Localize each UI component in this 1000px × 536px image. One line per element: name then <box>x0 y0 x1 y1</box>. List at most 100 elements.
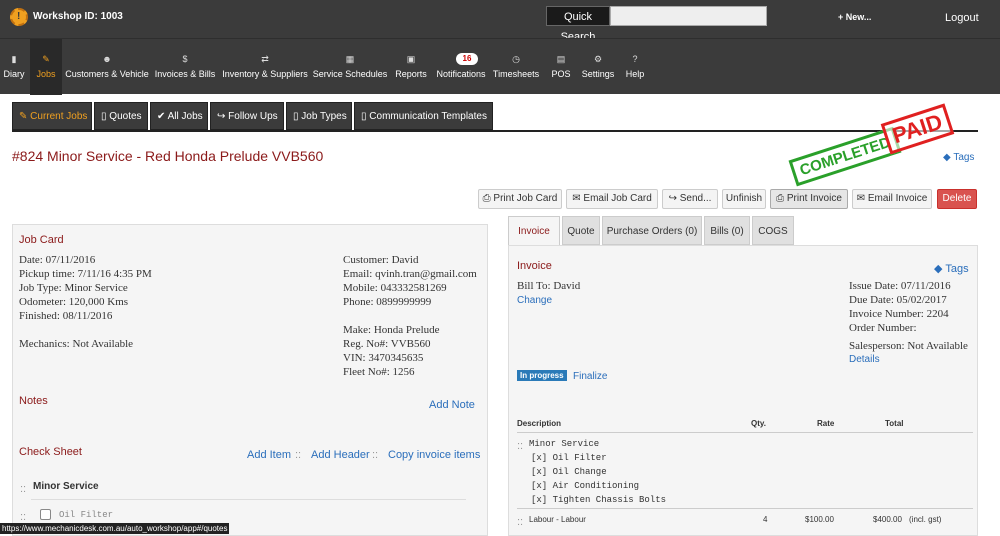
tab-cogs[interactable]: COGS <box>752 216 794 245</box>
divider <box>517 508 973 509</box>
delete-button[interactable]: Delete <box>937 189 977 209</box>
share-icon: ↪ <box>668 193 677 204</box>
nav-help[interactable]: ? Help <box>622 39 648 95</box>
nav-customers[interactable]: ☻ Customers & Vehicle <box>64 39 150 95</box>
drag-handle-icon[interactable]: :: <box>517 516 523 528</box>
issue-date: Issue Date: 07/11/2016 <box>849 280 951 292</box>
nav-reports[interactable]: ▣ Reports <box>394 39 428 95</box>
button-label: Print Job Card <box>493 193 558 204</box>
add-item-link[interactable]: Add Item <box>247 449 291 461</box>
separator: :: <box>295 449 302 461</box>
drag-handle-icon[interactable]: :: <box>20 483 26 495</box>
invoice-box: Invoice ◆ Tags Bill To: David Change Iss… <box>508 245 978 536</box>
nav-timesheets[interactable]: ◷ Timesheets <box>492 39 540 95</box>
gears-icon: ⚙ <box>593 54 603 64</box>
tab-label: Communication Templates <box>369 111 487 122</box>
drag-handle-icon[interactable]: :: <box>517 440 523 452</box>
change-link[interactable]: Change <box>517 295 552 306</box>
nav-diary[interactable]: ▮ Diary <box>0 39 28 95</box>
tab-quote[interactable]: Quote <box>562 216 600 245</box>
job-type: Job Type: Minor Service <box>19 282 128 294</box>
copy-invoice-items-link[interactable]: Copy invoice items <box>388 449 480 461</box>
col-rate: Rate <box>817 419 835 428</box>
button-label: Email Invoice <box>867 193 928 204</box>
question-icon: ? <box>632 54 638 64</box>
invoice-check-item: [x] Air Conditioning <box>531 481 640 491</box>
separator: :: <box>372 449 379 461</box>
tab-divider <box>12 130 978 132</box>
wrench-icon: ✎ <box>42 54 50 64</box>
dollar-icon: $ <box>182 54 188 64</box>
job-date: Date: 07/11/2016 <box>19 254 96 266</box>
status-badge: In progress <box>517 370 567 381</box>
logo-gear-icon[interactable]: ! <box>10 8 28 26</box>
nav-inventory[interactable]: ⇄ Inventory & Suppliers <box>220 39 310 95</box>
workshop-id: Workshop ID: 1003 <box>33 11 123 22</box>
file-icon: ▯ <box>101 111 107 122</box>
line-rate: $100.00 <box>805 515 834 524</box>
add-note-link[interactable]: Add Note <box>429 399 475 411</box>
mechanics: Mechanics: Not Available <box>19 338 134 350</box>
nav-label: Invoices & Bills <box>154 69 216 79</box>
clock-icon: ◷ <box>512 54 520 64</box>
order-number: Order Number: <box>849 322 917 334</box>
paid-stamp: PAID <box>880 103 955 155</box>
nav-invoices[interactable]: $ Invoices & Bills <box>154 39 216 95</box>
tab-label: Current Jobs <box>30 111 88 122</box>
nav-label: Service Schedules <box>312 69 388 79</box>
invoice-group: Minor Service <box>529 439 600 449</box>
tab-label: Follow Ups <box>228 111 278 122</box>
print-invoice-button[interactable]: ⎙ Print Invoice <box>770 189 848 209</box>
drag-handle-icon[interactable]: :: <box>20 511 26 523</box>
tags-link[interactable]: ◆ Tags <box>943 152 974 163</box>
add-header-link[interactable]: Add Header <box>311 449 370 461</box>
tab-current-jobs[interactable]: ✎ Current Jobs <box>12 102 92 130</box>
nav-service-schedules[interactable]: ▦ Service Schedules <box>312 39 388 95</box>
tab-invoice[interactable]: Invoice <box>508 216 560 245</box>
vehicle-reg: Reg. No#: VVB560 <box>343 338 431 350</box>
quick-search-input[interactable] <box>610 6 767 26</box>
nav-settings[interactable]: ⚙ Settings <box>580 39 616 95</box>
tab-label: Job Types <box>301 111 347 122</box>
fleet-number: Fleet No#: 1256 <box>343 366 415 378</box>
top-bar: ! Workshop ID: 1003 Quick Search + New..… <box>0 0 1000 43</box>
nav-label: Jobs <box>36 69 56 79</box>
unfinish-button[interactable]: Unfinish <box>722 189 766 209</box>
salesperson: Salesperson: Not Available <box>849 340 968 352</box>
nav-label: Help <box>625 69 645 79</box>
check-icon: ✔ <box>157 111 166 122</box>
email-job-card-button[interactable]: ✉ Email Job Card <box>566 189 658 209</box>
exchange-icon: ⇄ <box>261 54 269 64</box>
tab-communication-templates[interactable]: ▯ Communication Templates <box>354 102 493 130</box>
nav-notifications[interactable]: Notifications <box>434 39 488 95</box>
nav-jobs[interactable]: ✎ Jobs <box>30 39 62 95</box>
tab-job-types[interactable]: ▯ Job Types <box>286 102 352 130</box>
customer-mobile: Mobile: 043332581269 <box>343 282 447 294</box>
details-link[interactable]: Details <box>849 354 880 365</box>
nav-label: Settings <box>581 69 615 79</box>
tab-bills[interactable]: Bills (0) <box>704 216 750 245</box>
nav-label: Notifications <box>436 69 486 79</box>
logout-button[interactable]: Logout <box>945 12 979 24</box>
bill-to: Bill To: David <box>517 280 581 292</box>
page-title: #824 Minor Service - Red Honda Prelude V… <box>12 148 324 164</box>
tab-quotes[interactable]: ▯ Quotes <box>94 102 148 130</box>
email-invoice-button[interactable]: ✉ Email Invoice <box>852 189 932 209</box>
tag-icon: ◆ <box>943 152 951 163</box>
tab-purchase-orders[interactable]: Purchase Orders (0) <box>602 216 702 245</box>
finished-date: Finished: 08/11/2016 <box>19 310 113 322</box>
check-item-checkbox[interactable] <box>40 509 51 520</box>
button-label: Email Job Card <box>583 193 652 204</box>
check-item-label: Oil Filter <box>59 510 114 520</box>
print-job-card-button[interactable]: ⎙ Print Job Card <box>478 189 562 209</box>
users-icon: ☻ <box>102 54 112 64</box>
nav-pos[interactable]: ▤ POS <box>548 39 574 95</box>
tab-follow-ups[interactable]: ↪ Follow Ups <box>210 102 284 130</box>
finalize-link[interactable]: Finalize <box>573 371 607 382</box>
new-button[interactable]: + New... <box>838 12 871 22</box>
nav-label: POS <box>551 69 571 79</box>
tags-label: Tags <box>953 152 975 163</box>
tab-all-jobs[interactable]: ✔ All Jobs <box>150 102 208 130</box>
invoice-tags-link[interactable]: ◆ Tags <box>934 262 969 275</box>
send-button[interactable]: ↪ Send... <box>662 189 718 209</box>
